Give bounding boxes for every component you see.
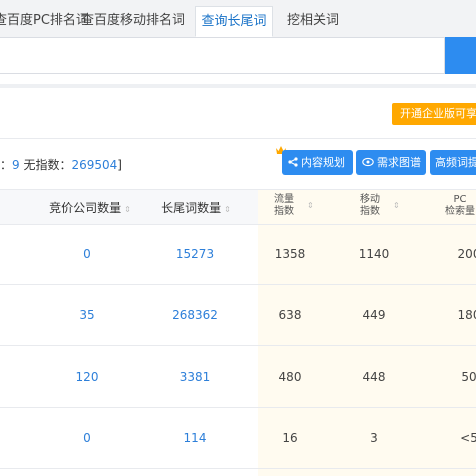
cell-traffic-index: 480 bbox=[278, 370, 302, 384]
col-longtail-label: 长尾词数量 bbox=[161, 201, 222, 215]
cell-traffic-index: 1358 bbox=[274, 247, 306, 261]
cell-longtail[interactable]: 3381 bbox=[155, 370, 235, 384]
demand-map-button[interactable]: 需求图谱 bbox=[356, 150, 426, 175]
cell-bid-company[interactable]: 120 bbox=[57, 370, 117, 384]
high-freq-label: 高频词提取 bbox=[435, 156, 476, 169]
row-divider bbox=[0, 284, 476, 285]
stats-suffix: ] bbox=[117, 158, 122, 172]
content-plan-label: 内容规划 bbox=[301, 156, 345, 169]
col-bid-company[interactable]: 竞价公司数量 ⇕ bbox=[44, 199, 136, 216]
cell-longtail[interactable]: 15273 bbox=[155, 247, 235, 261]
col-traffic-index[interactable]: 流量 指数 ⇕ bbox=[264, 194, 314, 218]
sort-icon[interactable]: ⇕ bbox=[307, 200, 314, 212]
eye-icon bbox=[362, 157, 374, 167]
cell-pc-search-volume: 200 bbox=[457, 247, 476, 261]
col-pc-label-2: 检索量 bbox=[445, 206, 475, 217]
demand-map-label: 需求图谱 bbox=[377, 156, 421, 169]
tab-longtail-query[interactable]: 查询长尾词 bbox=[195, 6, 273, 37]
sort-icon[interactable]: ⇕ bbox=[393, 200, 400, 212]
cell-longtail[interactable]: 268362 bbox=[155, 308, 235, 322]
sort-icon[interactable]: ⇕ bbox=[224, 205, 231, 214]
search-button[interactable] bbox=[445, 37, 476, 74]
cell-pc-search-volume: 180 bbox=[457, 308, 476, 322]
search-input[interactable] bbox=[0, 37, 445, 74]
col-mobile-label-2: 指数 bbox=[360, 206, 380, 217]
stats-count: 9 bbox=[12, 158, 20, 172]
share-nodes-icon bbox=[288, 157, 298, 167]
upgrade-button[interactable]: 开通企业版可享更多 bbox=[392, 103, 476, 125]
cell-mobile-index: 448 bbox=[362, 370, 386, 384]
cell-pc-search-volume: <5 bbox=[460, 431, 476, 445]
col-mobile-label-1: 移动 bbox=[360, 194, 380, 205]
cell-longtail[interactable]: 114 bbox=[155, 431, 235, 445]
col-mobile-index[interactable]: 移动 指数 ⇕ bbox=[350, 194, 400, 218]
cell-bid-company[interactable]: 35 bbox=[57, 308, 117, 322]
tab-related-words[interactable]: 挖相关词 bbox=[280, 6, 346, 37]
tab-baidu-pc-rank[interactable]: 查百度PC排名词 bbox=[0, 6, 89, 37]
cell-traffic-index: 16 bbox=[282, 431, 298, 445]
cell-pc-search-volume: 50 bbox=[461, 370, 476, 384]
col-pc-label-1: PC bbox=[453, 194, 467, 205]
tab-baidu-mobile-rank[interactable]: 查百度移动排名词 bbox=[78, 6, 188, 37]
row-divider bbox=[0, 468, 476, 469]
col-traffic-label-2: 指数 bbox=[274, 206, 294, 217]
col-traffic-label-1: 流量 bbox=[274, 194, 294, 205]
row-divider bbox=[0, 345, 476, 346]
col-pc-search-volume[interactable]: PC 检索量 bbox=[438, 194, 476, 218]
sort-icon[interactable]: ⇕ bbox=[124, 205, 131, 214]
content-plan-button[interactable]: 内容规划 bbox=[282, 150, 353, 175]
result-stats: ：9 无指数：269504] bbox=[0, 156, 122, 173]
col-bid-company-label: 竞价公司数量 bbox=[49, 201, 122, 215]
cell-mobile-index: 3 bbox=[370, 431, 378, 445]
stats-no-index-count: 269504 bbox=[71, 158, 118, 172]
high-freq-button[interactable]: 高频词提取 bbox=[430, 150, 476, 175]
cell-bid-company[interactable]: 0 bbox=[57, 431, 117, 445]
col-longtail[interactable]: 长尾词数量 ⇕ bbox=[156, 199, 236, 216]
cell-mobile-index: 449 bbox=[362, 308, 386, 322]
row-divider bbox=[0, 407, 476, 408]
stats-no-index-label: 无指数： bbox=[19, 158, 72, 172]
cell-mobile-index: 1140 bbox=[358, 247, 390, 261]
cell-bid-company[interactable]: 0 bbox=[57, 247, 117, 261]
cell-traffic-index: 638 bbox=[278, 308, 302, 322]
divider bbox=[0, 138, 476, 139]
stats-prefix: ： bbox=[0, 158, 13, 172]
